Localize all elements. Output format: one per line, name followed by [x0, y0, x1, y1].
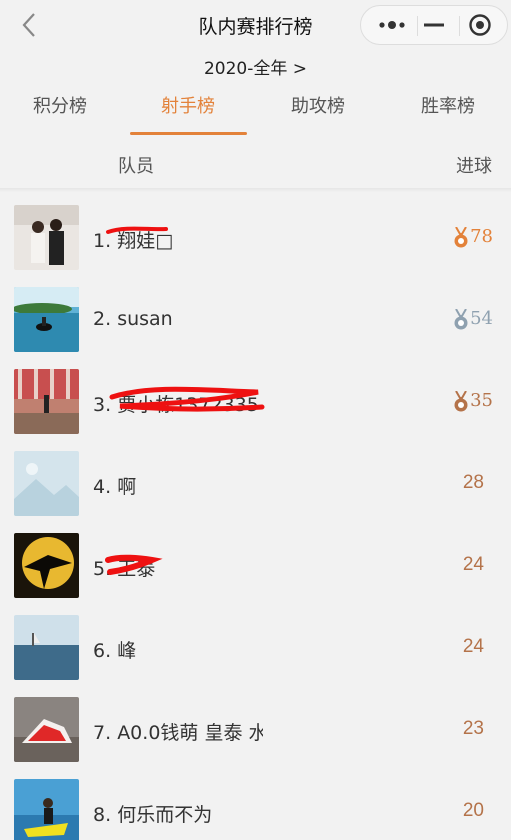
avatar [14, 287, 79, 352]
avatar [14, 779, 79, 840]
avatar [14, 205, 79, 270]
close-button[interactable] [457, 6, 502, 44]
list-item[interactable]: 2susan 54 [0, 274, 511, 356]
column-header: 队员 进球 [0, 138, 511, 190]
tab-assists[interactable]: 助攻榜 [258, 92, 378, 118]
goals-count: 54 [470, 308, 493, 329]
player-name: 7A0.0钱萌 皇泰 水 [93, 718, 263, 745]
goals-count: 78 [470, 226, 493, 247]
goals-count: 24 [462, 554, 484, 575]
scorer-list: 1翔娃□ 78 2susan 54 3贾小栋1372335 35 [0, 192, 511, 840]
player-name: 8何乐而不为 [93, 800, 212, 827]
bronze-medal-icon [453, 390, 469, 413]
player-name: 6峰 [93, 636, 136, 663]
goals-count: 24 [462, 636, 484, 657]
list-item[interactable]: 5王泰 24 [0, 520, 511, 602]
list-item[interactable]: 6峰 24 [0, 602, 511, 684]
avatar [14, 533, 79, 598]
avatar [14, 369, 79, 434]
year-filter[interactable]: 2020-全年 > [0, 54, 511, 79]
goals-count: 20 [462, 800, 484, 821]
tab-win-rate[interactable]: 胜率榜 [388, 92, 508, 118]
list-item[interactable]: 3贾小栋1372335 35 [0, 356, 511, 438]
top-nav-bar: 队内赛排行榜 [0, 0, 511, 50]
avatar [14, 615, 79, 680]
player-name: 5王泰 [93, 554, 155, 581]
list-item[interactable]: 8何乐而不为 20 [0, 766, 511, 840]
player-name: 2susan [93, 308, 173, 330]
silver-medal-icon [453, 308, 469, 331]
mini-program-capsule [360, 5, 508, 45]
more-dots-icon [379, 21, 405, 29]
ranking-tabs: 积分榜 射手榜 助攻榜 胜率榜 [0, 86, 511, 138]
player-name: 1翔娃□ [93, 226, 173, 253]
column-goals-label: 进球 [456, 156, 492, 177]
goals-count: 35 [470, 390, 493, 411]
more-button[interactable] [367, 6, 417, 44]
list-item[interactable]: 1翔娃□ 78 [0, 192, 511, 274]
avatar [14, 697, 79, 762]
active-tab-indicator [130, 132, 247, 135]
list-item[interactable]: 7A0.0钱萌 皇泰 水 23 [0, 684, 511, 766]
player-name: 4啊 [93, 472, 136, 499]
player-name: 3贾小栋1372335 [93, 390, 259, 417]
minimize-button[interactable] [411, 6, 456, 44]
target-close-icon [468, 14, 491, 36]
column-member-label: 队员 [118, 156, 154, 177]
gold-medal-icon [453, 226, 469, 249]
avatar [14, 451, 79, 516]
tab-scorers[interactable]: 射手榜 [128, 92, 248, 118]
list-item[interactable]: 4啊 28 [0, 438, 511, 520]
tab-points[interactable]: 积分榜 [0, 92, 120, 118]
goals-count: 28 [462, 472, 484, 493]
goals-count: 23 [462, 718, 484, 739]
minus-icon [423, 23, 444, 27]
